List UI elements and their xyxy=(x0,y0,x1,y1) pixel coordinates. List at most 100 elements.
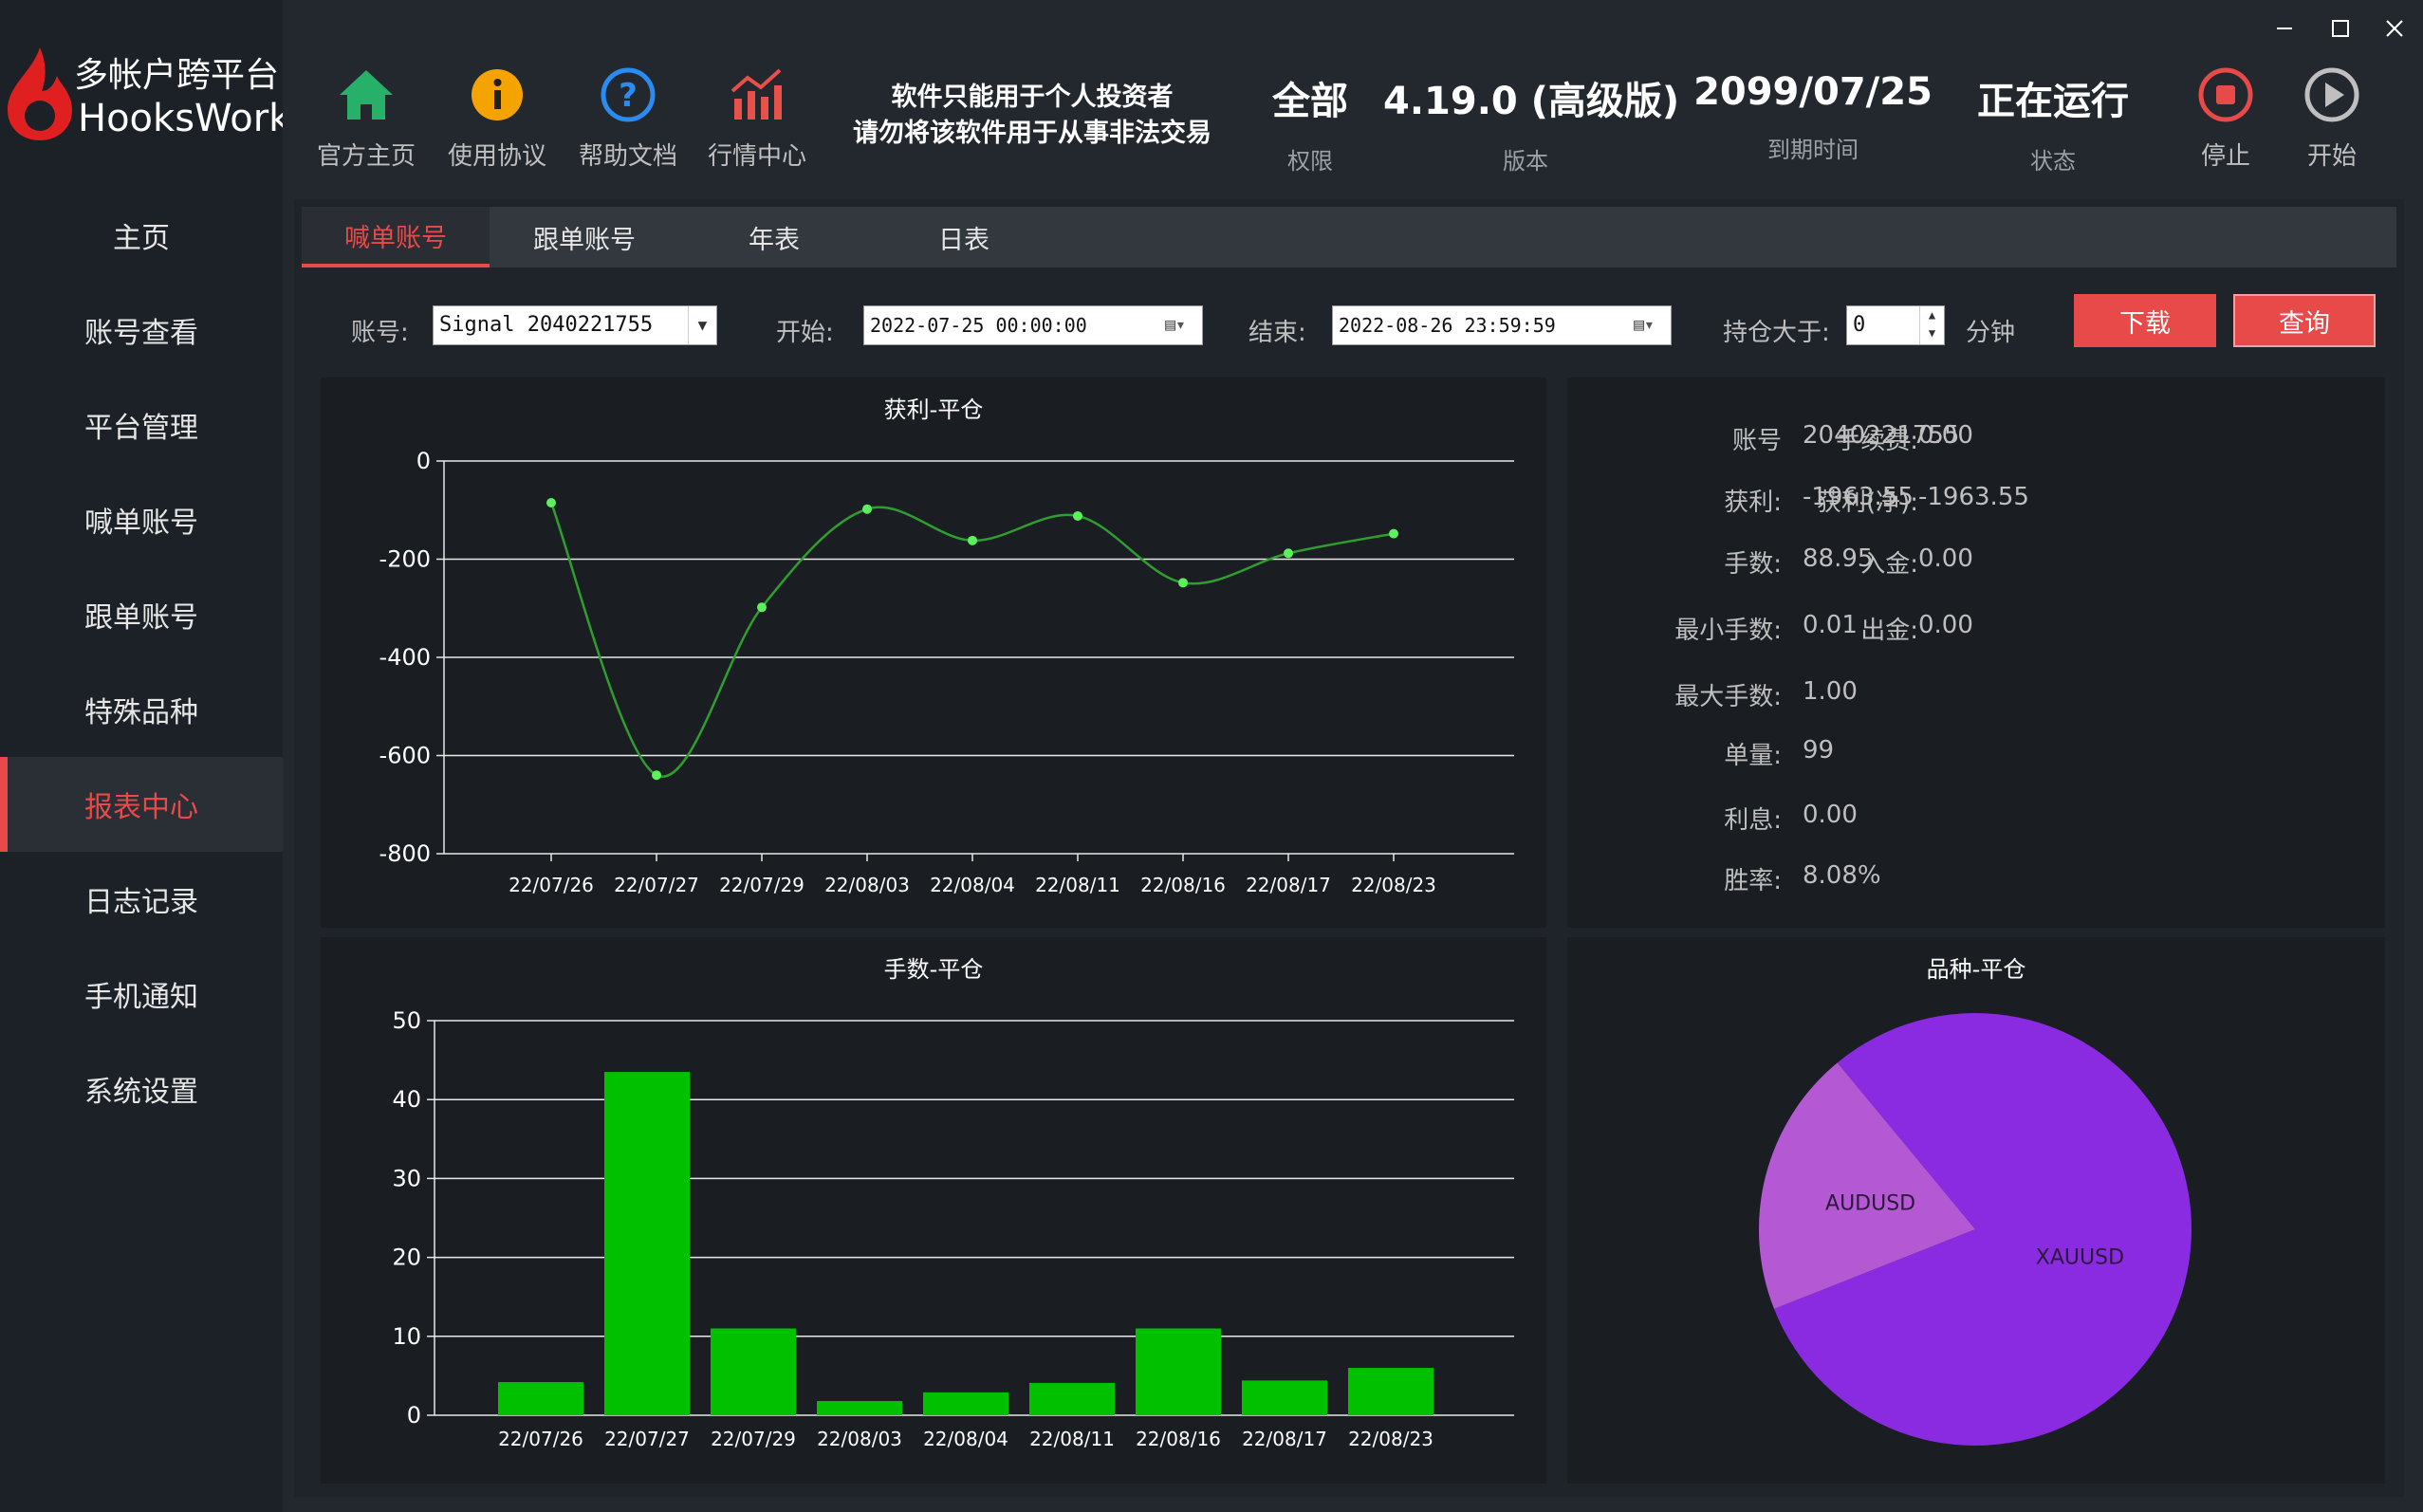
maximize-icon[interactable] xyxy=(2321,13,2358,44)
symbol-chart-panel: 品种-平仓 XAUUSD AUDUSD xyxy=(1567,937,2385,1484)
stat-key-withdrawal: 出金: xyxy=(1860,617,1918,645)
hold-duration-label: 持仓大于: xyxy=(1723,319,1830,347)
account-select[interactable]: Signal 2040221755 ▼ xyxy=(433,305,717,345)
stat-value-win-rate: 8.08% xyxy=(1803,861,1881,890)
tab-daily[interactable]: 日表 xyxy=(869,207,1059,267)
bar xyxy=(711,1328,796,1415)
report-tabs: 喊单账号 跟单账号 年表 日表 xyxy=(302,207,2396,267)
bar xyxy=(604,1072,690,1415)
chevron-down-icon[interactable]: ▼ xyxy=(688,306,716,344)
x-tick-label: 22/08/03 xyxy=(817,1428,902,1450)
bar xyxy=(498,1382,583,1415)
home-page-label: 官方主页 xyxy=(316,142,416,171)
sidebar-item-reports[interactable]: 报表中心 xyxy=(0,757,283,852)
sidebar-item-label: 手机通知 xyxy=(84,981,198,1014)
sidebar-item-signal-accounts[interactable]: 喊单账号 xyxy=(0,472,283,567)
profit-line-chart: 0 -200 -400 -600 -800 22/07/26 22/07/27 22/07/2… xyxy=(379,448,1514,896)
download-button[interactable]: 下载 xyxy=(2074,294,2216,347)
query-label: 查询 xyxy=(2279,308,2330,339)
sidebar-item-platforms[interactable]: 平台管理 xyxy=(0,378,283,472)
sidebar-item-label: 报表中心 xyxy=(84,791,198,824)
stat-value-min-lots: 0.01 xyxy=(1803,611,1858,639)
sidebar-item-accounts[interactable]: 账号查看 xyxy=(0,283,283,378)
lots-bar-chart: 50 40 30 20 10 0 22/07/26 22/07/27 22/07/29 22/08… xyxy=(392,1007,1514,1450)
data-point xyxy=(862,504,872,514)
tab-yearly[interactable]: 年表 xyxy=(679,207,869,267)
tab-label: 年表 xyxy=(749,225,800,255)
start-datetime-field[interactable]: 2022-07-25 00:00:00 ▤▾ xyxy=(863,305,1203,345)
stat-value-fee: 0.00 xyxy=(1918,421,1973,450)
sidebar-item-special-symbols[interactable]: 特殊品种 xyxy=(0,662,283,757)
version-label: 版本 xyxy=(1503,148,1548,175)
sidebar: 多帐户跨平台 HooksWork 主页 账号查看 平台管理 喊单账号 跟单账号 … xyxy=(0,0,290,1512)
x-tick-label: 22/07/26 xyxy=(498,1428,583,1450)
end-datetime-field[interactable]: 2022-08-26 23:59:59 ▤▾ xyxy=(1332,305,1672,345)
end-datetime-value: 2022-08-26 23:59:59 xyxy=(1339,314,1556,337)
info-icon xyxy=(472,69,523,120)
version-info: 4.19.0 (高级版) 版本 xyxy=(1383,70,1679,175)
sidebar-item-label: 系统设置 xyxy=(84,1076,198,1109)
data-point xyxy=(1178,578,1188,588)
sidebar-item-label: 日志记录 xyxy=(84,886,198,919)
stop-icon xyxy=(2198,67,2253,122)
start-button[interactable]: 开始 xyxy=(2275,59,2389,182)
x-tick-label: 22/08/23 xyxy=(1351,874,1436,896)
stop-label: 停止 xyxy=(2200,142,2250,171)
stat-key-profit: 获利: xyxy=(1724,489,1782,517)
data-point xyxy=(757,602,767,613)
disclaimer-notice: 软件只能用于个人投资者 请勿将该软件用于从事非法交易 xyxy=(833,80,1231,152)
usage-agreement-button[interactable]: 使用协议 xyxy=(431,59,564,182)
y-tick-label: 30 xyxy=(392,1165,421,1191)
profit-chart-panel: 获利-平仓 0 -200 -400 -600 -800 22/07/26 22/07/27 2… xyxy=(321,378,1546,928)
usage-agreement-label: 使用协议 xyxy=(447,142,546,171)
bar xyxy=(1136,1328,1221,1415)
notice-line2: 请勿将该软件用于从事非法交易 xyxy=(853,119,1212,148)
calendar-icon[interactable]: ▤▾ xyxy=(1618,306,1671,344)
sidebar-item-label: 跟单账号 xyxy=(84,601,198,635)
x-tick-label: 22/07/29 xyxy=(719,874,805,896)
x-tick-label: 22/07/26 xyxy=(509,874,594,896)
y-tick-label: -600 xyxy=(379,743,431,769)
sidebar-item-logs[interactable]: 日志记录 xyxy=(0,852,283,947)
x-tick-label: 22/08/04 xyxy=(923,1428,1008,1450)
tab-signal-accounts[interactable]: 喊单账号 xyxy=(302,207,490,267)
expiry-label: 到期时间 xyxy=(1767,137,1859,163)
minimize-icon[interactable] xyxy=(2266,13,2303,44)
sidebar-item-home[interactable]: 主页 xyxy=(0,188,283,283)
calendar-icon[interactable]: ▤▾ xyxy=(1149,306,1202,344)
sidebar-item-mobile-notify[interactable]: 手机通知 xyxy=(0,947,283,1042)
start-datetime-value: 2022-07-25 00:00:00 xyxy=(870,314,1087,337)
stat-key-net-profit: 获利(净): xyxy=(1816,489,1918,517)
hold-duration-stepper[interactable]: 0 ▲ ▼ xyxy=(1846,305,1945,345)
help-docs-button[interactable]: ? 帮助文档 xyxy=(562,59,694,182)
tab-label: 日表 xyxy=(938,225,990,255)
close-icon[interactable] xyxy=(2376,13,2414,44)
stat-key-min-lots: 最小手数: xyxy=(1674,617,1782,645)
tab-follow-accounts[interactable]: 跟单账号 xyxy=(490,207,679,267)
x-tick-label: 22/08/11 xyxy=(1029,1428,1115,1450)
stat-value-max-lots: 1.00 xyxy=(1803,677,1858,706)
status-info: 正在运行 状态 xyxy=(1958,70,2148,175)
stop-button[interactable]: 停止 xyxy=(2169,59,2283,182)
header-toolbar: 官方主页 使用协议 ? 帮助文档 行情中心 软件只能用于个人投资者 请勿将该软件… xyxy=(283,0,2423,188)
hold-duration-unit: 分钟 xyxy=(1966,319,2016,347)
stat-key-deposit: 入金: xyxy=(1860,550,1918,579)
symbol-chart-title: 品种-平仓 xyxy=(1926,956,2026,983)
y-tick-label: 0 xyxy=(407,1402,421,1429)
notice-line1: 软件只能用于个人投资者 xyxy=(891,83,1174,112)
home-page-button[interactable]: 官方主页 xyxy=(300,59,433,182)
sidebar-item-label: 特殊品种 xyxy=(84,696,198,729)
x-tick-label: 22/07/29 xyxy=(711,1428,796,1450)
market-center-button[interactable]: 行情中心 xyxy=(691,59,823,182)
stepper-arrows-icon[interactable]: ▲ ▼ xyxy=(1919,306,1944,344)
stat-value-net-profit: -1963.55 xyxy=(1918,483,2029,511)
start-label: 开始 xyxy=(2306,142,2357,171)
sidebar-item-settings[interactable]: 系统设置 xyxy=(0,1042,283,1136)
query-button[interactable]: 查询 xyxy=(2233,294,2376,347)
x-tick-label: 22/08/04 xyxy=(930,874,1015,896)
lots-chart-title: 手数-平仓 xyxy=(883,956,984,983)
sidebar-item-follow-accounts[interactable]: 跟单账号 xyxy=(0,567,283,662)
permission-label: 权限 xyxy=(1287,148,1333,175)
sidebar-item-label: 账号查看 xyxy=(84,317,198,350)
x-tick-label: 22/08/16 xyxy=(1136,1428,1221,1450)
